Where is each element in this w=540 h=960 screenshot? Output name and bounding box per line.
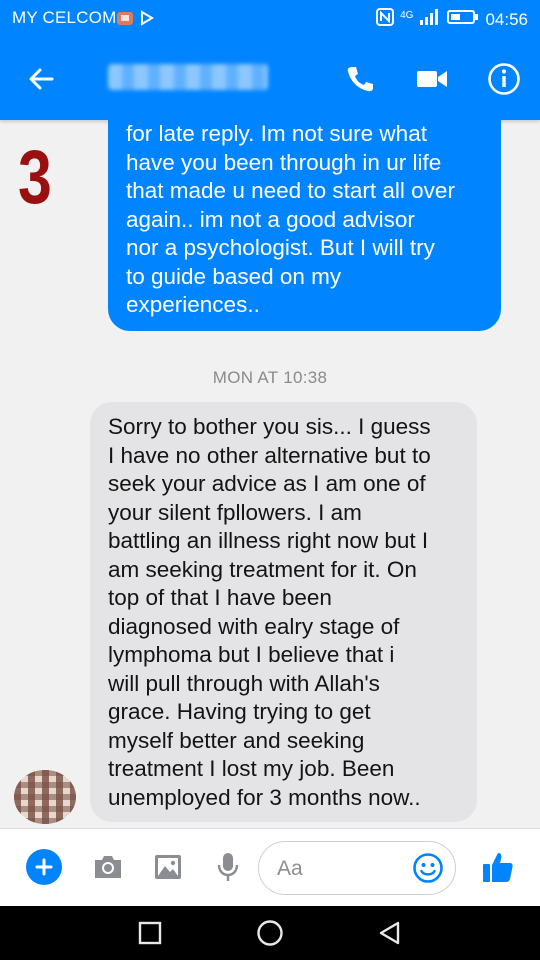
- message-line: to guide based on my: [126, 263, 342, 289]
- message-line: your silent fpllowers. I am: [108, 499, 362, 525]
- status-indicators: 4G 04:56: [376, 8, 528, 31]
- clock: 04:56: [485, 9, 528, 29]
- message-line: lymphoma but I believe that i: [108, 642, 395, 667]
- message-timestamp: MON AT 10:38: [212, 368, 328, 387]
- gallery-button[interactable]: [148, 847, 188, 887]
- message-line: myself better and seeking: [108, 727, 365, 753]
- plus-icon: [35, 858, 53, 876]
- message-line: diagnosed with ealry stage of: [108, 613, 400, 639]
- system-navigation-bar: [0, 906, 540, 960]
- status-bar: MY CELCOM 4G 04:56: [0, 0, 540, 36]
- message-line: for late reply. Im not sure what: [126, 121, 427, 146]
- camera-icon: [95, 856, 121, 878]
- image-icon: [155, 855, 181, 879]
- carrier-name: MY CELCOM: [12, 8, 117, 27]
- message-line: have you been through in ur life: [126, 149, 442, 175]
- more-actions-button[interactable]: [26, 849, 62, 885]
- back-triangle-icon: [379, 921, 400, 945]
- notification-icon: [116, 9, 134, 32]
- message-line: battling an illness right now but I: [108, 528, 429, 553]
- message-composer: [0, 828, 540, 906]
- message-input[interactable]: [277, 857, 397, 881]
- signal-icon: [419, 8, 441, 31]
- message-line: Sorry to bother you sis... I guess: [108, 414, 431, 439]
- message-line: grace. Having trying to get: [108, 699, 371, 724]
- battery-icon: [447, 8, 479, 31]
- nfc-icon: [376, 8, 395, 31]
- back-button[interactable]: [20, 58, 62, 100]
- video-camera-icon: [417, 71, 447, 87]
- emoji-button[interactable]: [409, 849, 447, 887]
- like-button[interactable]: [478, 847, 518, 887]
- back-arrow-icon: [29, 68, 54, 90]
- message-line: seek your advice as I am one of: [108, 471, 426, 496]
- contact-name-blurred[interactable]: [108, 64, 268, 90]
- voice-message-button[interactable]: [208, 847, 248, 887]
- home-circle-icon: [257, 920, 283, 946]
- camera-button[interactable]: [88, 847, 128, 887]
- messenger-notification-icon: [140, 9, 156, 32]
- home-button[interactable]: [255, 918, 285, 948]
- network-type: 4G: [400, 10, 414, 21]
- message-line: treatment I lost my job. Been: [108, 756, 395, 781]
- thumbs-up-icon: [483, 853, 513, 882]
- incoming-message-bubble[interactable]: Sorry to bother you sis... I guess I hav…: [90, 402, 477, 822]
- message-line: unemployed for 3 months now..: [108, 784, 421, 810]
- voice-call-button[interactable]: [339, 58, 381, 100]
- outgoing-message-bubble[interactable]: for late reply. Im not sure what have yo…: [108, 120, 501, 331]
- message-line: that made u need to start all over: [126, 178, 455, 203]
- sender-avatar[interactable]: [14, 770, 76, 824]
- emoji-icon: [413, 853, 443, 883]
- message-line: nor a psychologist. But I will try: [126, 235, 435, 260]
- annotation-number: 3: [18, 135, 52, 220]
- recents-button[interactable]: [135, 918, 165, 948]
- message-line: top of that I have been: [108, 585, 332, 610]
- message-line: am seeking treatment for it. On: [108, 556, 417, 582]
- message-line: I have no other alternative but to: [108, 442, 431, 468]
- message-line: again.. im not a good advisor: [126, 206, 415, 232]
- message-line: experiences..: [126, 292, 260, 317]
- message-thread[interactable]: 3 for late reply. Im not sure what have …: [0, 120, 540, 828]
- message-text-field[interactable]: [258, 841, 456, 895]
- video-call-button[interactable]: [411, 58, 453, 100]
- system-back-button[interactable]: [375, 918, 405, 948]
- conversation-info-button[interactable]: [483, 58, 525, 100]
- conversation-header: [0, 36, 540, 120]
- phone-icon: [347, 67, 373, 92]
- info-icon: [488, 63, 520, 95]
- message-line: will pull through with Allah's: [108, 670, 380, 696]
- microphone-icon: [217, 853, 239, 881]
- recents-square-icon: [138, 921, 162, 945]
